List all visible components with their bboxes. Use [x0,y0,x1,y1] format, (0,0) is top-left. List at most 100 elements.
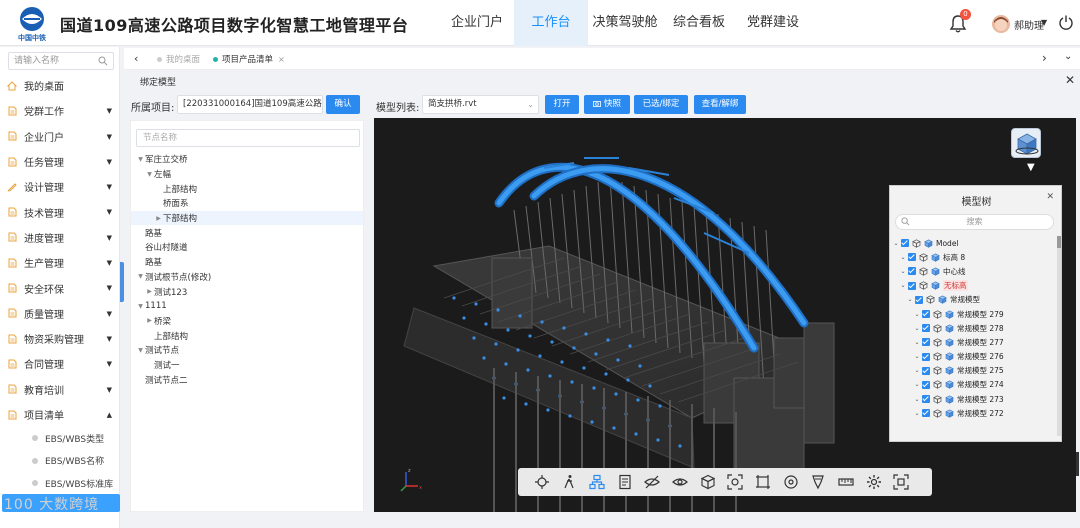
caret-down-icon[interactable]: ▼ [136,303,145,310]
sidebar-item-safety[interactable]: 安全环保 ▼ [0,275,120,300]
chevron-icon[interactable]: ⌄ [913,353,921,360]
triangle-down-icon[interactable]: ▼ [1027,162,1035,173]
tree-node[interactable]: 上部结构 [131,181,363,196]
chevron-down-icon[interactable]: ⌄ [1064,51,1072,62]
sidebar-item-project-list[interactable]: 项目清单 ▲ [0,402,120,427]
hide-tool-button[interactable] [639,472,666,492]
tree-node[interactable]: ▼ 左幅 [131,167,363,182]
sidebar-item-training[interactable]: 教育培训 ▼ [0,377,120,402]
tree-node[interactable]: 桥面系 [131,196,363,211]
section-box-tool-button[interactable] [750,472,777,492]
checkbox[interactable] [922,409,930,418]
model-tree-node[interactable]: ⌄ 常规模型 [890,293,1056,307]
walk-tool-button[interactable] [556,472,583,492]
close-icon[interactable]: × [278,55,285,64]
sidebar-item-contract[interactable]: 合同管理 ▼ [0,351,120,376]
tree-node[interactable]: ▼ 测试节点 [131,343,363,358]
model-tree-node[interactable]: ⌄ 无标高 [890,279,1056,293]
fullscreen-tool-button[interactable] [888,472,915,492]
sidebar-item-portal[interactable]: 企业门户 ▼ [0,124,120,149]
model-tree-scrollbar[interactable] [1057,236,1061,436]
chevron-icon[interactable]: ⌄ [913,325,921,332]
close-icon[interactable]: ✕ [1046,192,1054,202]
tree-node[interactable]: ▶ 测试123 [131,284,363,299]
sidebar-search-input[interactable]: 请输入名称 [8,52,114,70]
chevron-right-icon[interactable]: › [1042,51,1047,65]
checkbox[interactable] [908,281,916,290]
ruler-tool-button[interactable] [833,472,860,492]
checkbox[interactable] [922,380,930,389]
sidebar-collapse-handle[interactable] [120,262,124,302]
chevron-icon[interactable]: ⌄ [892,240,900,247]
model-tree-node[interactable]: ⌄ 常规模型 274 [890,378,1056,392]
model-tree-node[interactable]: ⌄ 常规模型 279 [890,307,1056,321]
search-icon[interactable] [98,56,108,66]
nav-workbench[interactable]: 工作台 [514,0,588,46]
move-tool-button[interactable] [528,472,555,492]
avatar[interactable] [992,15,1010,33]
nav-cockpit[interactable]: 决策驾驶舱 [588,0,662,46]
sidebar-subitem-ebs-type[interactable]: EBS/WBS类型 [0,427,120,450]
chevron-icon[interactable]: ⌄ [913,311,921,318]
checkbox[interactable] [908,253,916,262]
model-select[interactable]: 简支拱桥.rvt ⌄ [422,95,539,114]
sidebar-item-progress[interactable]: 进度管理 ▼ [0,225,120,250]
view-cube-icon[interactable] [1011,128,1041,158]
model-tree-node[interactable]: ⌄ 常规模型 273 [890,392,1056,406]
properties-tool-button[interactable] [611,472,638,492]
open-button[interactable]: 打开 [545,95,579,114]
chevron-icon[interactable]: ⌄ [899,268,907,275]
caret-right-icon[interactable]: ▶ [145,288,154,295]
caret-down-icon[interactable]: ▼ [136,347,145,354]
tab-desktop[interactable]: 我的桌面 [157,53,200,65]
view-unbind-button[interactable]: 查看/解绑 [694,95,746,114]
nav-dashboard[interactable]: 综合看板 [662,0,736,46]
chevron-icon[interactable]: ⌄ [906,296,914,303]
project-select[interactable]: [220331000164]国道109高速公路项目 ⌄ [177,95,323,114]
model-tree-node[interactable]: ⌄ 常规模型 276 [890,350,1056,364]
sidebar-subitem-ebs-standard[interactable]: EBS/WBS标准库 [0,472,120,495]
page-scrollbar[interactable] [1076,452,1079,476]
marker-tool-button[interactable] [805,472,832,492]
chevron-icon[interactable]: ⌄ [899,254,907,261]
chevron-icon[interactable]: ⌄ [913,381,921,388]
tree-node[interactable]: 路基 [131,225,363,240]
sidebar-item-design[interactable]: 设计管理 ▼ [0,174,120,199]
caret-down-icon[interactable]: ▼ [145,171,154,178]
sidebar-item-task[interactable]: 任务管理 ▼ [0,149,120,174]
tree-node[interactable]: 谷山村隧道 [131,240,363,255]
chevron-icon[interactable]: ⌄ [899,282,907,289]
tree-node[interactable]: 上部结构 [131,328,363,343]
selected-bind-button[interactable]: 已选/绑定 [634,95,688,114]
checkbox[interactable] [922,324,930,333]
sidebar-item-procurement[interactable]: 物资采购管理 ▼ [0,326,120,351]
chevron-icon[interactable]: ⌄ [913,339,921,346]
cube-tool-button[interactable] [694,472,721,492]
sidebar-item-quality[interactable]: 质量管理 ▼ [0,301,120,326]
checkbox[interactable] [901,239,909,248]
tree-node[interactable]: 路基 [131,255,363,270]
model-tree-node[interactable]: ⌄ 标高 8 [890,250,1056,264]
model-tree-node[interactable]: ⌄ 常规模型 278 [890,321,1056,335]
model-tree-node[interactable]: ⌄ 常规模型 275 [890,364,1056,378]
sidebar-item-production[interactable]: 生产管理 ▼ [0,250,120,275]
confirm-button[interactable]: 确认 [326,95,360,114]
model-tree-node[interactable]: ⌄ 常规模型 272 [890,406,1056,420]
tree-node[interactable]: ▼ 1111 [131,299,363,314]
model-tree-node[interactable]: ⌄ 中心线 [890,264,1056,278]
user-caret-icon[interactable]: ▼ [1041,18,1047,27]
caret-down-icon[interactable]: ▼ [136,273,145,280]
sidebar-item-party[interactable]: 党群工作 ▼ [0,98,120,123]
caret-down-icon[interactable]: ▼ [136,156,145,163]
caret-right-icon[interactable]: ▶ [154,215,163,222]
node-search-input[interactable]: 节点名称 [136,129,360,147]
nav-party[interactable]: 党群建设 [736,0,810,46]
model-tree-node[interactable]: ⌄ Model [890,236,1056,250]
model-tree-node[interactable]: ⌄ 常规模型 277 [890,335,1056,349]
checkbox[interactable] [922,310,930,319]
sidebar-item-tech[interactable]: 技术管理 ▼ [0,199,120,224]
username[interactable]: 郝助理 [1014,17,1044,32]
nav-portal[interactable]: 企业门户 [440,0,514,46]
tree-node[interactable]: 测试一 [131,358,363,373]
tree-node[interactable]: ▼ 军庄立交桥 [131,152,363,167]
